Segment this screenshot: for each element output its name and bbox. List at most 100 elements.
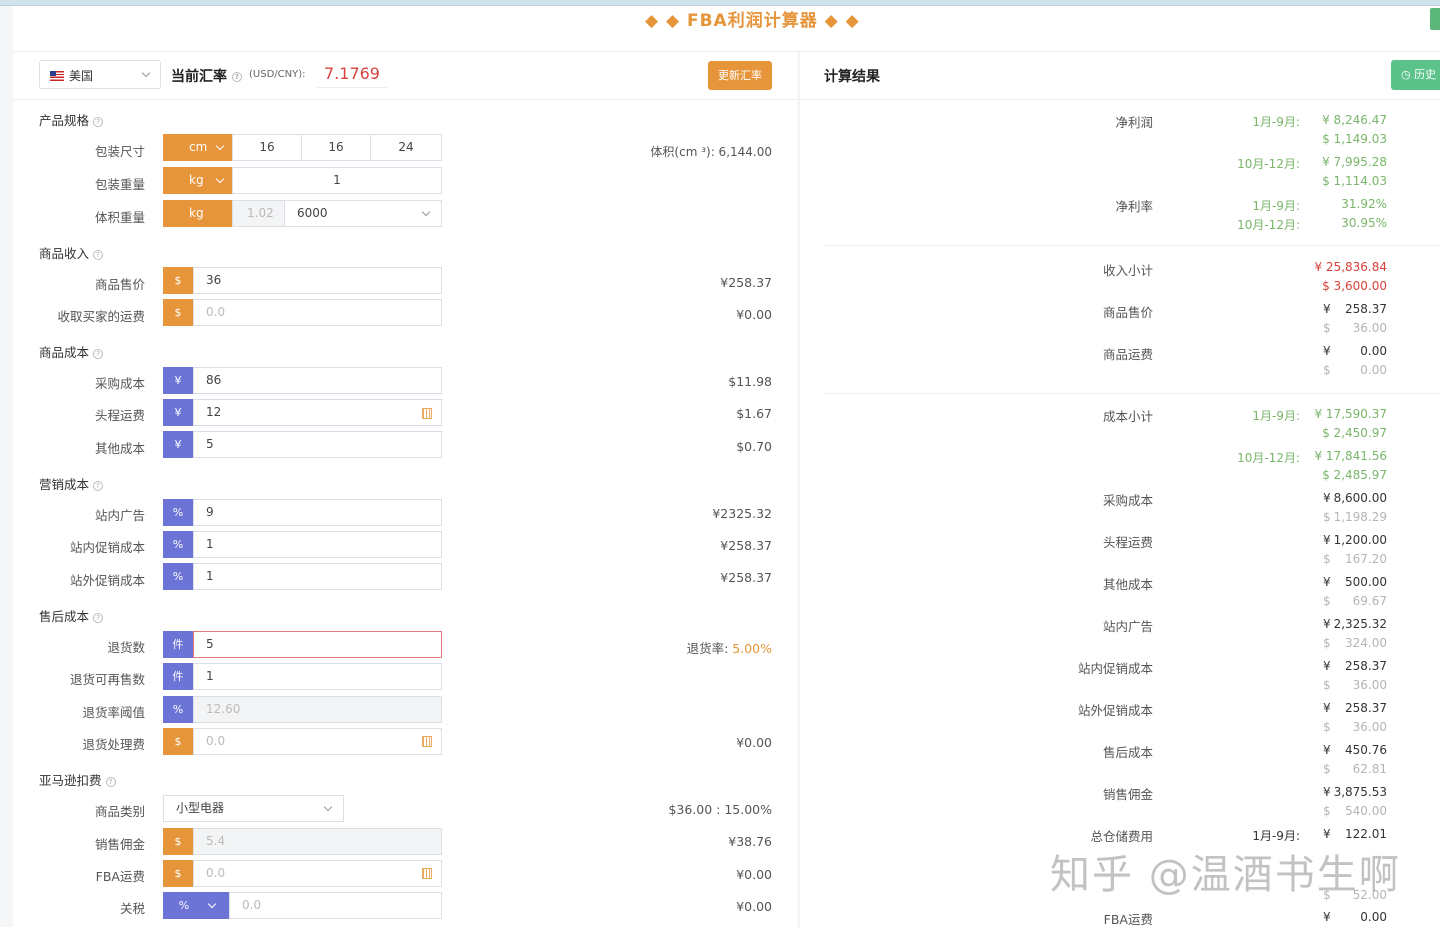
res-purchase-usd: 1,198.29 xyxy=(1333,510,1387,524)
chevron-down-icon xyxy=(323,802,333,812)
percent-addon: % xyxy=(163,563,193,590)
calculator-icon[interactable] xyxy=(422,868,432,879)
res-ext-usd: 36.00 xyxy=(1352,720,1387,734)
freight-input[interactable]: 12 xyxy=(193,399,442,426)
promo-label: 站内促销成本 xyxy=(69,540,145,555)
other-cost-label: 其他成本 xyxy=(94,441,145,456)
tariff-unit-select[interactable]: % xyxy=(163,892,229,919)
threshold-label: 退货率阈值 xyxy=(82,705,145,720)
threshold-input: 12.60 xyxy=(193,696,442,723)
currency-addon: $ xyxy=(163,299,193,326)
buyer-shipping-input[interactable]: 0.0 xyxy=(193,299,442,326)
res-ext-cny: 258.37 xyxy=(1345,701,1387,715)
income-subtotal-usd: $ 3,600.00 xyxy=(1322,279,1387,293)
income-subtotal-cny: ¥ 25,836.84 xyxy=(1314,260,1387,274)
help-icon[interactable]: ? xyxy=(93,612,103,623)
ads-input[interactable]: 9 xyxy=(193,499,442,526)
chevron-down-icon xyxy=(215,174,225,184)
res-aftersale-cny: 450.76 xyxy=(1345,743,1387,757)
weight-label: 包装重量 xyxy=(94,177,145,192)
tariff-input[interactable]: 0.0 xyxy=(229,892,442,919)
handling-fee-input[interactable]: 0.0 xyxy=(193,728,442,755)
divider xyxy=(824,393,1440,394)
calculator-icon[interactable] xyxy=(422,408,432,419)
chevron-down-icon xyxy=(207,899,217,909)
help-icon[interactable]: ? xyxy=(93,249,103,260)
section-title-cost: 商品成本 ? xyxy=(39,342,103,361)
unit-addon: 件 xyxy=(163,663,193,690)
handling-fee-cny: ¥0.00 xyxy=(736,735,772,750)
chevron-down-icon xyxy=(421,207,431,217)
category-info: $36.00 : 15.00% xyxy=(668,802,772,817)
currency-addon: $ xyxy=(163,828,193,855)
volume-weight-label: 体积重量 xyxy=(94,210,145,225)
currency-addon: $ xyxy=(163,728,193,755)
section-title-aftersale: 售后成本 ? xyxy=(39,606,103,625)
fba-fee-input[interactable]: 0.0 xyxy=(193,860,442,887)
section-title-amazon: 亚马逊扣费 ? xyxy=(39,770,116,789)
res-other-usd: 69.67 xyxy=(1352,594,1387,608)
ads-label: 站内广告 xyxy=(94,508,145,523)
size-length-input[interactable]: 16 xyxy=(232,134,302,161)
fba-fee-label: FBA运费 xyxy=(95,869,145,884)
tariff-label: 关税 xyxy=(119,901,145,916)
purchase-label: 采购成本 xyxy=(94,376,145,391)
category-select[interactable]: 小型电器 xyxy=(163,795,344,822)
other-cost-usd: $0.70 xyxy=(736,439,772,454)
res-freight-usd: 167.20 xyxy=(1345,552,1387,566)
res-promo-cny: 258.37 xyxy=(1345,659,1387,673)
rate-value-input[interactable]: 7.1769 xyxy=(317,62,387,88)
help-icon[interactable]: ? xyxy=(231,72,242,82)
currency-addon: $ xyxy=(163,860,193,887)
chevron-down-icon xyxy=(141,68,151,78)
net-profit-usd-p2: $ 1,114.03 xyxy=(1322,174,1387,188)
net-profit-cny-p2: ¥ 7,995.28 xyxy=(1322,155,1387,169)
res-promo-usd: 36.00 xyxy=(1352,678,1387,692)
external-promo-label: 站外促销成本 xyxy=(69,573,145,588)
price-input[interactable]: 36 xyxy=(193,267,442,294)
help-icon[interactable]: ? xyxy=(93,348,103,359)
update-rate-button[interactable]: 更新汇率 xyxy=(708,61,772,90)
percent-addon: % xyxy=(163,531,193,558)
external-promo-cny: ¥258.37 xyxy=(720,570,772,585)
res-purchase-cny: 8,600.00 xyxy=(1333,491,1387,505)
handling-fee-label: 退货处理费 xyxy=(82,737,145,752)
currency-addon: $ xyxy=(163,267,193,294)
cost-subtotal-cny-p1: ¥ 17,590.37 xyxy=(1314,407,1387,421)
resellable-input[interactable]: 1 xyxy=(193,663,442,690)
corner-tab[interactable] xyxy=(1430,8,1440,30)
size-unit-select[interactable]: cm xyxy=(163,134,233,161)
returns-input[interactable]: 5 xyxy=(193,631,442,658)
results-panel: 计算结果 ◷ 历史 净利润 1月-9月: ¥ 8,246.47 $ 1,149.… xyxy=(800,52,1440,927)
res-other-cny: 500.00 xyxy=(1345,575,1387,589)
buyer-shipping-label: 收取买家的运费 xyxy=(57,309,145,324)
volume-divisor-select[interactable]: 6000 xyxy=(284,200,442,227)
cost-subtotal-usd-p2: $ 2,485.97 xyxy=(1322,468,1387,482)
currency-addon: ¥ xyxy=(163,367,193,394)
help-icon[interactable]: ? xyxy=(93,116,103,127)
size-height-input[interactable]: 24 xyxy=(370,134,442,161)
res-ads-usd: 324.00 xyxy=(1345,636,1387,650)
purchase-usd: $11.98 xyxy=(728,374,772,389)
external-promo-input[interactable]: 1 xyxy=(193,563,442,590)
country-select[interactable]: 美国 xyxy=(39,60,161,89)
commission-input: 5.4 xyxy=(193,828,442,855)
other-cost-input[interactable]: 5 xyxy=(193,431,442,458)
unit-addon: 件 xyxy=(163,631,193,658)
price-cny: ¥258.37 xyxy=(720,275,772,290)
res-fba-cny: 0.00 xyxy=(1360,910,1387,924)
res-freight-cny: 1,200.00 xyxy=(1333,533,1387,547)
net-profit-cny-p1: ¥ 8,246.47 xyxy=(1322,113,1387,127)
res-ship-cny: 0.00 xyxy=(1360,344,1387,358)
promo-input[interactable]: 1 xyxy=(193,531,442,558)
weight-input[interactable]: 1 xyxy=(232,167,442,194)
size-width-input[interactable]: 16 xyxy=(301,134,371,161)
tariff-cny: ¥0.00 xyxy=(736,899,772,914)
weight-unit-select[interactable]: kg xyxy=(163,167,233,194)
calculator-icon[interactable] xyxy=(422,736,432,747)
history-button[interactable]: ◷ 历史 xyxy=(1391,60,1440,90)
help-icon[interactable]: ? xyxy=(105,776,116,787)
help-icon[interactable]: ? xyxy=(93,480,103,491)
purchase-input[interactable]: 86 xyxy=(193,367,442,394)
exchange-rate-bar: 美国 当前汇率 ? (USD/CNY): 7.1769 更新汇率 xyxy=(13,52,798,100)
